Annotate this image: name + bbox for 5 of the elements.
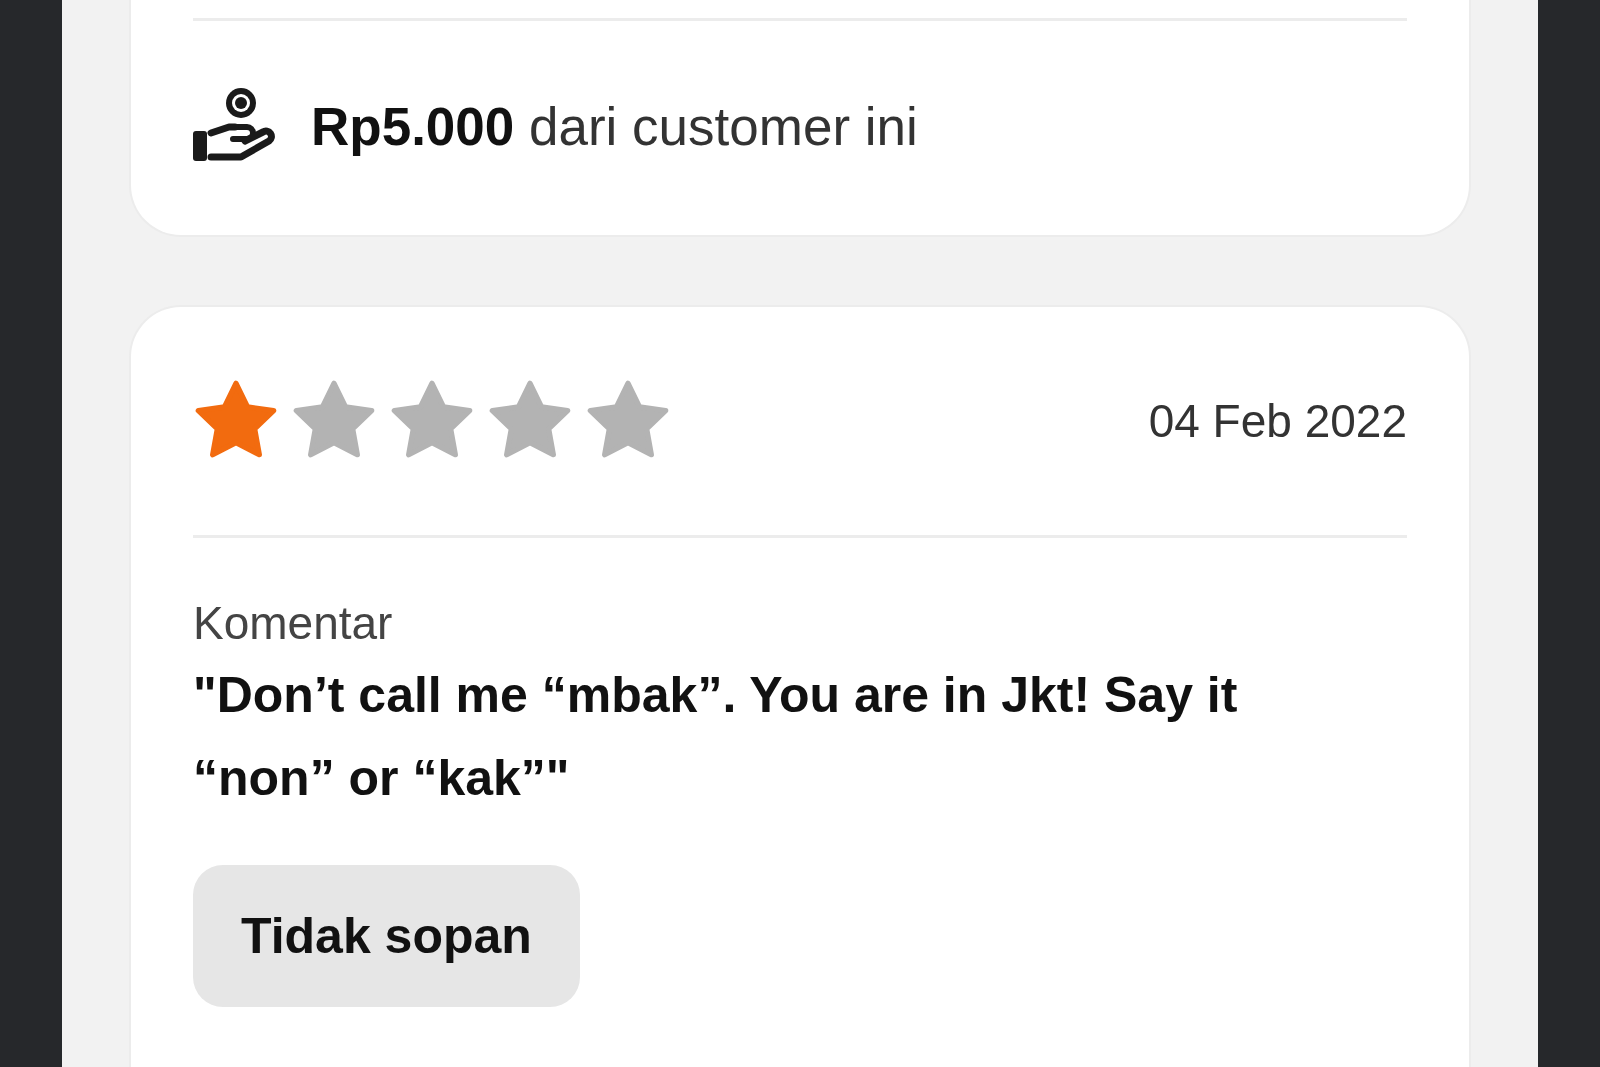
comment-label: Komentar xyxy=(193,596,394,650)
earnings-text: Rp5.000 dari customer ini xyxy=(311,95,918,157)
review-date: 04 Feb 2022 xyxy=(1148,394,1407,448)
review-tag[interactable]: Tidak sopan xyxy=(193,865,580,1007)
comment-text: "Don’t call me “mbak”. You are in Jkt! Say it “non” or “kak”" xyxy=(193,666,1239,808)
